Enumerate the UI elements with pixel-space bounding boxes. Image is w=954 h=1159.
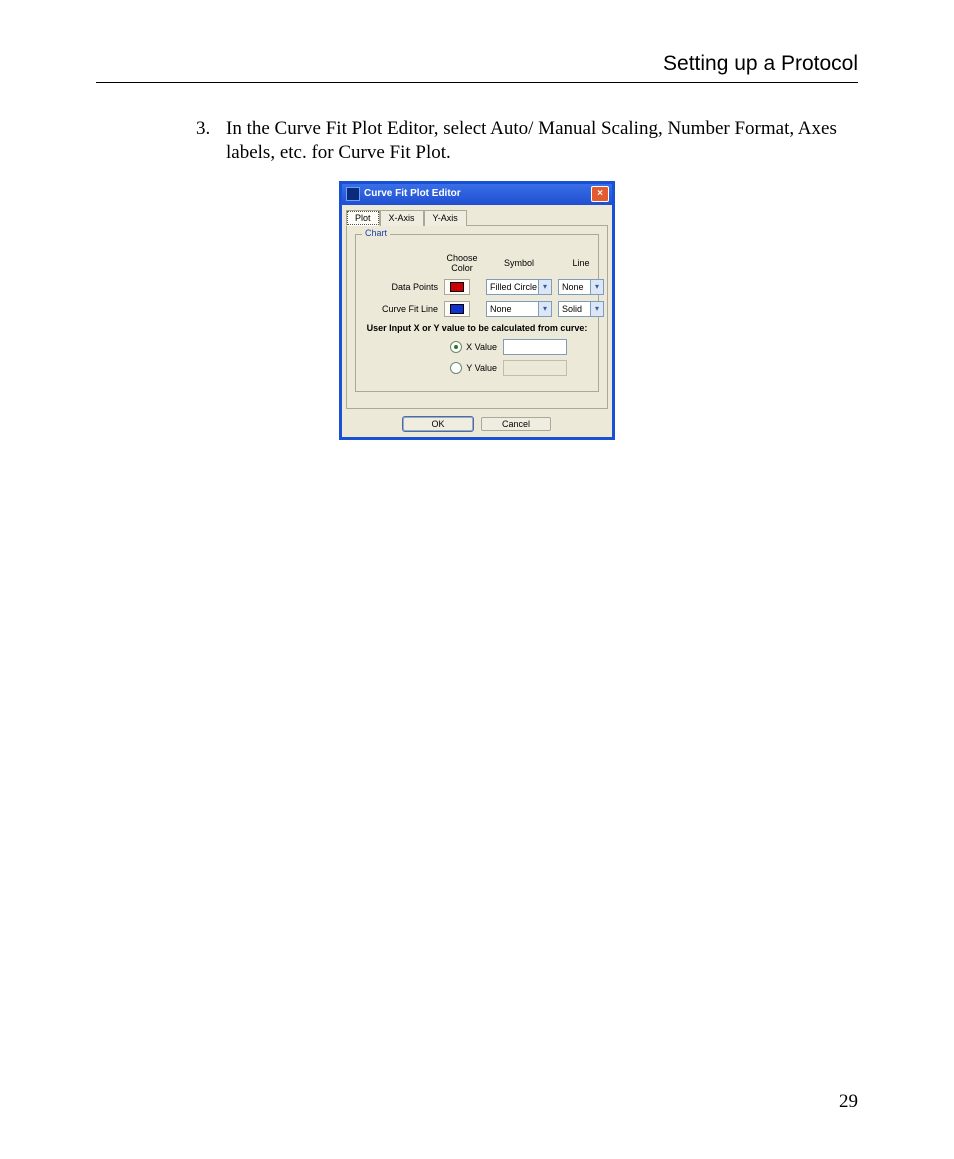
dialog-button-row: OK Cancel [342,413,612,437]
color-swatch-icon [450,282,464,292]
header-symbol: Symbol [486,258,552,268]
tab-x-axis[interactable]: X-Axis [380,210,424,226]
symbol-select-data-points[interactable]: Filled Circle ▾ [486,279,552,295]
dialog-title-text: Curve Fit Plot Editor [364,188,591,199]
y-value-input [503,360,567,376]
page-number: 29 [839,1091,858,1113]
color-button-data-points[interactable] [444,279,470,295]
tab-pane-plot: Chart . Choose Color Symbol Line Data Po… [346,225,608,409]
chevron-down-icon: ▾ [538,280,551,294]
embedded-screenshot: Curve Fit Plot Editor × Plot X-Axis Y-Ax… [96,181,858,440]
close-icon[interactable]: × [591,186,609,202]
line-select-data-points[interactable]: None ▾ [558,279,604,295]
color-swatch-icon [450,304,464,314]
radio-x-value[interactable]: X Value [387,341,497,353]
instruction-step-3: 3. In the Curve Fit Plot Editor, select … [196,117,858,165]
app-icon [346,187,360,201]
row-data-points: Data Points Filled Circle ▾ None ▾ [364,279,590,295]
tab-plot[interactable]: Plot [346,210,380,226]
group-title: Chart [362,228,390,238]
tab-strip: Plot X-Axis Y-Axis [342,205,612,225]
header-line: Line [558,258,604,268]
label-data-points: Data Points [364,282,438,292]
chart-group: Chart . Choose Color Symbol Line Data Po… [355,234,599,392]
symbol-select-curve-fit-line[interactable]: None ▾ [486,301,552,317]
list-number: 3. [196,117,226,165]
chevron-down-icon: ▾ [538,302,551,316]
radio-y-value[interactable]: Y Value [387,362,497,374]
radio-dot-icon [450,362,462,374]
chevron-down-icon: ▾ [590,302,603,316]
chevron-down-icon: ▾ [590,280,603,294]
radio-x-label: X Value [466,342,497,352]
label-curve-fit-line: Curve Fit Line [364,304,438,314]
dialog-titlebar[interactable]: Curve Fit Plot Editor × [342,184,612,205]
combo-value: None [487,304,538,314]
radio-dot-icon [450,341,462,353]
curve-fit-plot-editor-dialog: Curve Fit Plot Editor × Plot X-Axis Y-Ax… [339,181,615,440]
cancel-button[interactable]: Cancel [481,417,551,431]
tab-y-axis[interactable]: Y-Axis [424,210,467,226]
x-value-input[interactable] [503,339,567,355]
color-button-curve-fit-line[interactable] [444,301,470,317]
combo-value: None [559,282,590,292]
combo-value: Solid [559,304,590,314]
user-input-heading: User Input X or Y value to be calculated… [364,323,590,333]
line-select-curve-fit-line[interactable]: Solid ▾ [558,301,604,317]
document-page: Setting up a Protocol 3. In the Curve Fi… [0,0,954,1159]
radio-y-label: Y Value [466,363,497,373]
list-text: In the Curve Fit Plot Editor, select Aut… [226,117,858,165]
row-curve-fit-line: Curve Fit Line None ▾ Solid ▾ [364,301,590,317]
combo-value: Filled Circle [487,282,538,292]
running-header: Setting up a Protocol [96,52,858,83]
column-headers: . Choose Color Symbol Line [364,253,590,273]
radio-row-x: X Value [364,339,590,355]
header-choose-color: Choose Color [444,253,480,273]
radio-row-y: Y Value [364,360,590,376]
ok-button[interactable]: OK [403,417,473,431]
